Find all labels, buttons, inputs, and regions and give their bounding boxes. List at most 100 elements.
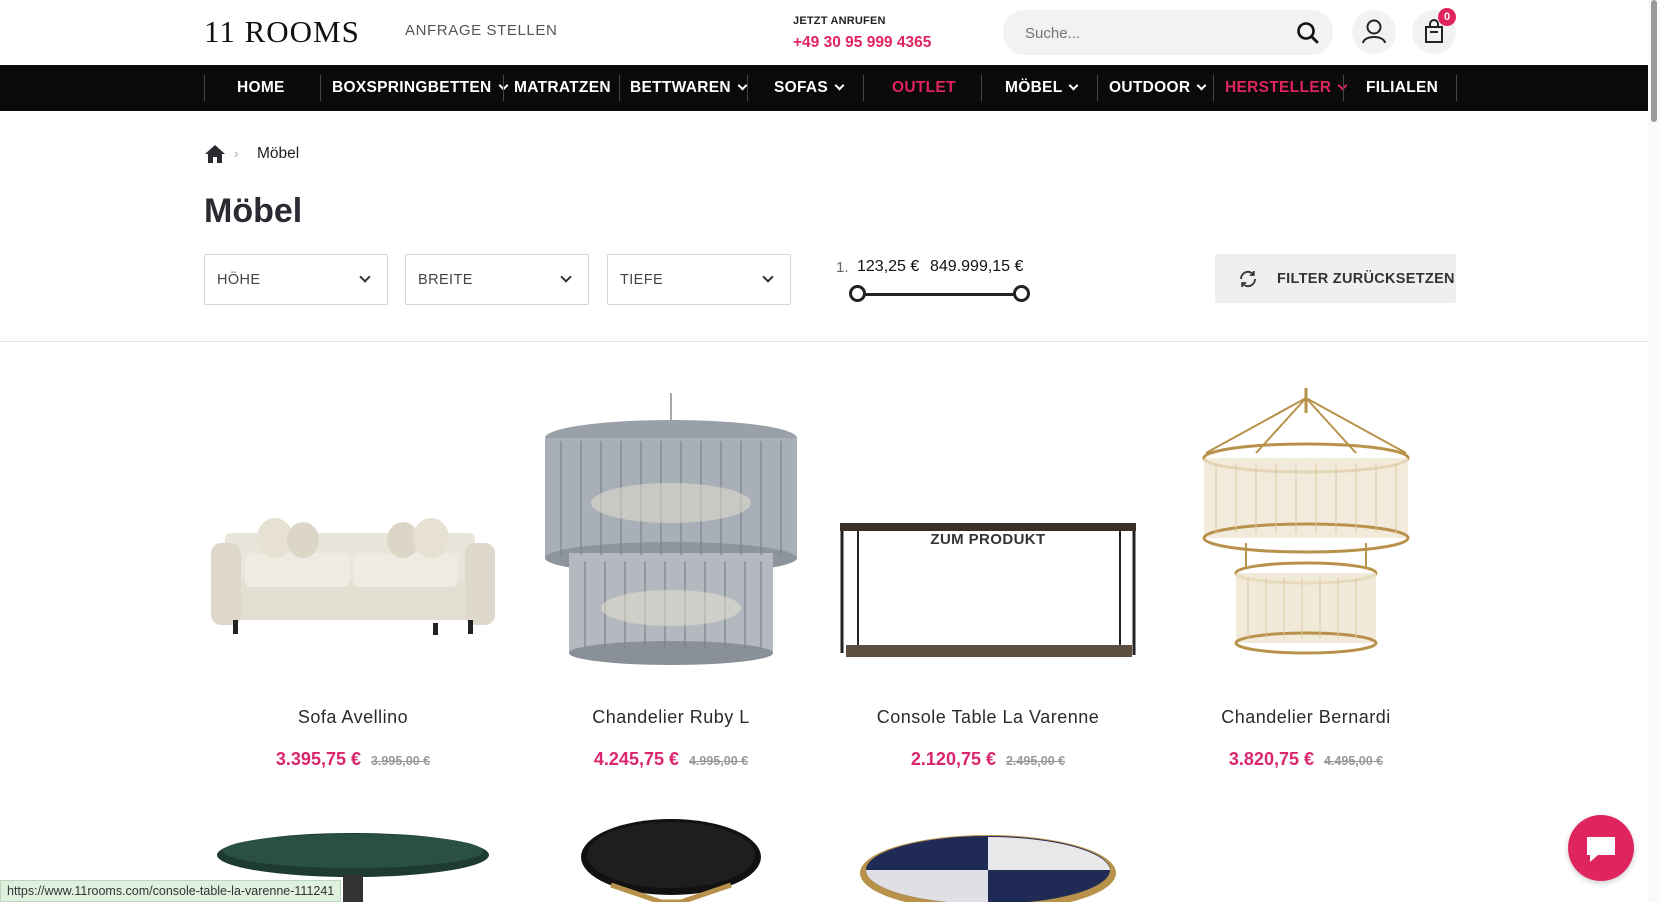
nav-item-bettwaren[interactable]: BETTWAREN (630, 65, 748, 111)
sale-price: 4.245,75 € (593, 749, 679, 769)
nav-label: HERSTELLER (1225, 79, 1332, 96)
account-button[interactable] (1352, 10, 1396, 54)
nav-item-matratzen[interactable]: MATRATZEN (514, 65, 611, 111)
product-card-sofa-avellino[interactable]: Sofa Avellino 3.395,75 € 3.995,00 € (203, 383, 503, 783)
sale-price: 2.120,75 € (910, 749, 996, 769)
product-price: 2.120,75 € 2.495,00 € (838, 749, 1138, 770)
reset-filters-label: FILTER ZURÜCKSETZEN (1277, 271, 1455, 287)
status-bar-url: https://www.11rooms.com/console-table-la… (0, 880, 342, 902)
product-image[interactable] (521, 383, 821, 683)
nav-label: BETTWAREN (630, 79, 731, 96)
filter-tiefe-dropdown[interactable]: TIEFE (607, 254, 791, 305)
scrollbar-thumb[interactable] (1651, 0, 1657, 122)
filter-breite-dropdown[interactable]: BREITE (405, 254, 589, 305)
product-name[interactable]: Sofa Avellino (203, 707, 503, 728)
nav-divider (503, 75, 504, 101)
top-header: 11 ROOMS ANFRAGE STELLEN JETZT ANRUFEN +… (0, 0, 1648, 65)
search-input[interactable] (1025, 22, 1275, 44)
chevron-down-icon (1069, 80, 1079, 91)
old-price: 2.495,00 € (1005, 754, 1066, 768)
product-price: 4.245,75 € 4.995,00 € (521, 749, 821, 770)
product-card-chandelier-bernardi[interactable]: Chandelier Bernardi 3.820,75 € 4.495,00 € (1156, 383, 1456, 783)
product-card-partial[interactable] (521, 815, 821, 902)
nav-divider (1343, 75, 1344, 101)
chevron-down-icon (834, 80, 845, 91)
product-image[interactable] (521, 815, 821, 902)
chevron-down-icon (359, 271, 371, 283)
product-image[interactable] (838, 815, 1138, 902)
price-max-value: 849.999,15 € (930, 258, 1024, 275)
nav-item-boxspringbetten[interactable]: BOXSPRINGBETTEN (332, 65, 508, 111)
breadcrumb-separator: › (234, 145, 239, 161)
zum-produkt-overlay[interactable]: ZUM PRODUKT (838, 531, 1138, 548)
product-image[interactable] (203, 383, 503, 683)
product-price: 3.395,75 € 3.995,00 € (203, 749, 503, 770)
chevron-down-icon (762, 271, 774, 283)
price-slider-min-handle[interactable] (849, 285, 866, 302)
price-min-value: 123,25 € (857, 258, 920, 275)
home-icon[interactable] (204, 143, 226, 165)
product-name[interactable]: Chandelier Bernardi (1156, 707, 1456, 728)
product-image[interactable] (1156, 383, 1456, 683)
product-card-console-table-la-varenne[interactable]: ZUM PRODUKT Console Table La Varenne 2.1… (838, 383, 1138, 783)
scrollbar[interactable] (1648, 0, 1660, 902)
filter-hoehe-dropdown[interactable]: HÖHE (204, 254, 388, 305)
main-nav: HOME BOXSPRINGBETTEN MATRATZEN BETTWAREN… (0, 65, 1648, 111)
chevron-down-icon (560, 271, 572, 283)
chevron-down-icon (1196, 80, 1207, 91)
nav-divider (747, 75, 748, 101)
phone-link[interactable]: +49 30 95 999 4365 (793, 34, 931, 52)
nav-divider (204, 75, 205, 101)
price-slider-track[interactable] (858, 293, 1022, 296)
refresh-icon (1240, 270, 1256, 288)
filter-label: HÖHE (217, 272, 261, 288)
nav-divider (1097, 75, 1098, 101)
nav-divider (619, 75, 620, 101)
search-box (1003, 10, 1333, 55)
nav-item-moebel[interactable]: MÖBEL (1005, 65, 1079, 111)
nav-item-hersteller[interactable]: HERSTELLER (1225, 65, 1348, 111)
nav-label: MÖBEL (1005, 79, 1063, 96)
nav-item-home[interactable]: HOME (237, 65, 285, 111)
nav-item-filialen[interactable]: FILIALEN (1366, 65, 1438, 111)
search-icon[interactable] (1295, 20, 1321, 46)
nav-item-outdoor[interactable]: OUTDOOR (1109, 65, 1207, 111)
nav-item-outlet[interactable]: OUTLET (892, 65, 956, 111)
price-slider-max-handle[interactable] (1013, 285, 1030, 302)
call-label: JETZT ANRUFEN (793, 15, 886, 27)
product-price: 3.820,75 € 4.495,00 € (1156, 749, 1456, 770)
reset-filters-button[interactable]: FILTER ZURÜCKSETZEN (1215, 254, 1456, 303)
old-price: 3.995,00 € (370, 754, 431, 768)
nav-divider (981, 75, 982, 101)
nav-label: BOXSPRINGBETTEN (332, 79, 492, 96)
old-price: 4.495,00 € (1323, 754, 1384, 768)
nav-divider (863, 75, 864, 101)
filter-label: TIEFE (620, 272, 664, 288)
user-icon (1362, 19, 1386, 44)
logo[interactable]: 11 ROOMS (204, 14, 360, 50)
cart-count-badge: 0 (1438, 8, 1456, 26)
section-divider (0, 341, 1648, 342)
product-image[interactable]: ZUM PRODUKT (838, 383, 1138, 683)
anfrage-link[interactable]: ANFRAGE STELLEN (405, 22, 557, 39)
chat-button[interactable] (1568, 815, 1634, 881)
page-title: Möbel (204, 192, 303, 230)
nav-divider (1213, 75, 1214, 101)
chat-bubble-icon (1587, 837, 1615, 862)
sale-price: 3.395,75 € (275, 749, 361, 769)
price-range-prefix: 1. (836, 259, 849, 276)
product-card-chandelier-ruby-l[interactable]: Chandelier Ruby L 4.245,75 € 4.995,00 € (521, 383, 821, 783)
nav-divider (1456, 75, 1457, 101)
sale-price: 3.820,75 € (1228, 749, 1314, 769)
cart-button[interactable]: 0 (1412, 8, 1456, 54)
product-name[interactable]: Chandelier Ruby L (521, 707, 821, 728)
breadcrumb-current: Möbel (257, 145, 300, 162)
nav-label: OUTDOOR (1109, 79, 1191, 96)
old-price: 4.995,00 € (688, 754, 749, 768)
product-name[interactable]: Console Table La Varenne (838, 707, 1138, 728)
nav-item-sofas[interactable]: SOFAS (774, 65, 845, 111)
filter-label: BREITE (418, 272, 473, 288)
nav-label: SOFAS (774, 79, 829, 96)
product-card-partial[interactable] (838, 815, 1138, 902)
nav-divider (320, 75, 321, 101)
